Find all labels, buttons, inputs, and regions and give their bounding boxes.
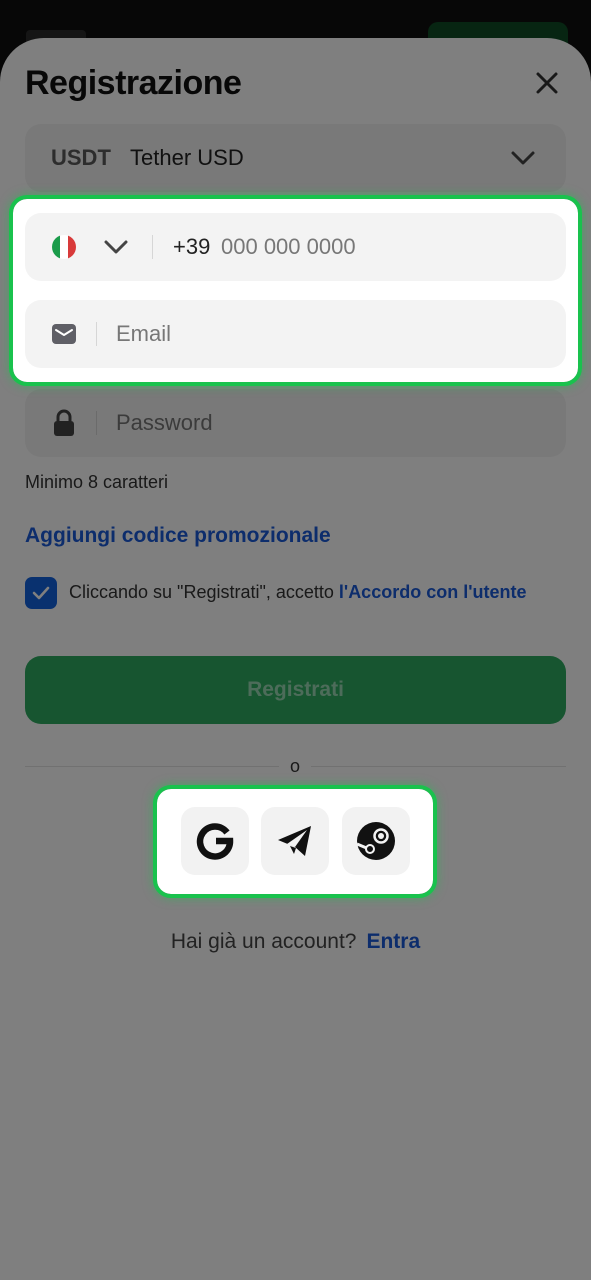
login-link[interactable]: Entra: [366, 930, 420, 953]
password-field[interactable]: Password: [25, 389, 566, 457]
login-text: Hai già un account?: [170, 930, 357, 953]
google-icon: [196, 823, 234, 860]
field-separator: [96, 322, 97, 346]
email-placeholder: Email: [116, 321, 172, 346]
lock-icon: [54, 409, 74, 436]
terms-label: Cliccando su "Registrati", accetto: [69, 582, 339, 602]
currency-name: Tether USD: [130, 145, 244, 170]
phone-field[interactable]: +39 000 000 0000: [25, 213, 566, 281]
phone-prefix: +39: [173, 234, 211, 259]
phone-placeholder: 000 000 0000: [221, 234, 356, 259]
chevron-down-icon[interactable]: [103, 235, 129, 259]
telegram-login-button[interactable]: [261, 807, 329, 875]
terms-checkbox[interactable]: [25, 577, 57, 609]
envelope-icon: [52, 324, 76, 344]
password-hint: Minimo 8 caratteri: [25, 472, 169, 492]
chevron-down-icon: [511, 151, 535, 165]
telegram-icon: [278, 826, 311, 856]
check-icon: [32, 586, 50, 600]
page-title: Registrazione: [25, 64, 242, 102]
close-button[interactable]: [528, 64, 566, 102]
field-separator: [96, 411, 97, 435]
field-separator: [152, 235, 153, 259]
close-icon: [536, 72, 558, 94]
terms-text: Cliccando su "Registrati", accetto l'Acc…: [69, 580, 539, 605]
currency-select[interactable]: USDT Tether USD: [25, 124, 566, 192]
steam-login-button[interactable]: [342, 807, 410, 875]
password-placeholder: Password: [116, 410, 213, 435]
promo-code-link[interactable]: Aggiungi codice promozionale: [25, 524, 331, 548]
email-field[interactable]: Email: [25, 300, 566, 368]
divider-label: o: [279, 756, 311, 777]
steam-icon: [356, 822, 395, 860]
register-button[interactable]: Registrati: [25, 656, 566, 724]
italy-flag-icon: [52, 235, 76, 259]
login-prompt: Hai già un account? Entra: [0, 930, 591, 954]
currency-code: USDT: [51, 145, 111, 170]
user-agreement-link[interactable]: l'Accordo con l'utente: [339, 582, 527, 602]
google-login-button[interactable]: [181, 807, 249, 875]
